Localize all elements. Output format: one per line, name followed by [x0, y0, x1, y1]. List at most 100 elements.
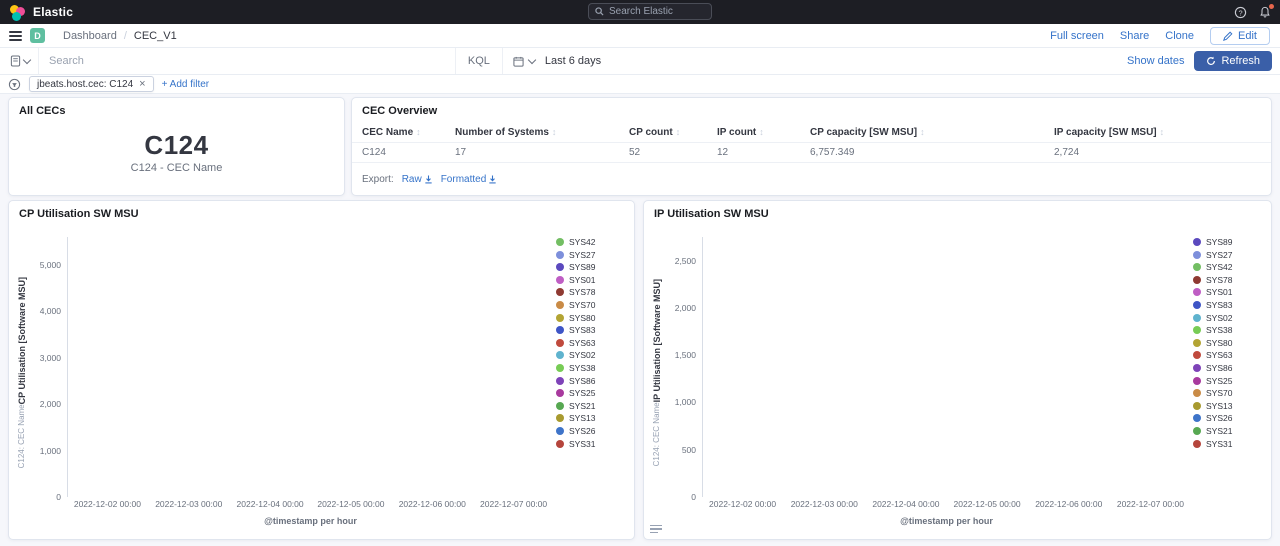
legend-dot — [1193, 339, 1201, 347]
column-header-ip-capacity-sw-msu[interactable]: IP capacity [SW MSU]↕ — [1054, 123, 1271, 143]
kql-button[interactable]: KQL — [455, 48, 502, 74]
legend-item-sys80[interactable]: SYS80 — [1193, 338, 1265, 348]
time-range-value[interactable]: Last 6 days — [545, 55, 721, 67]
legend-item-sys26[interactable]: SYS26 — [1193, 413, 1265, 423]
legend-dot — [1193, 364, 1201, 372]
y-tick-label: 1,000 — [675, 397, 696, 407]
column-header-ip-count[interactable]: IP count↕ — [717, 123, 810, 143]
full-screen-button[interactable]: Full screen — [1050, 30, 1104, 42]
column-header-cp-count[interactable]: CP count↕ — [629, 123, 717, 143]
breadcrumb-dashboard[interactable]: Dashboard — [63, 30, 117, 42]
legend-item-sys31[interactable]: SYS31 — [556, 439, 628, 449]
legend-item-sys89[interactable]: SYS89 — [1193, 237, 1265, 247]
export-raw-link[interactable]: Raw — [402, 174, 433, 185]
y-axis-title: IP Utilisation [Software MSU] — [652, 279, 662, 402]
search-input[interactable]: Search — [39, 55, 455, 67]
x-tick-label: 2022-12-06 00:00 — [1035, 499, 1102, 509]
legend-item-sys42[interactable]: SYS42 — [1193, 262, 1265, 272]
filter-pill[interactable]: jbeats.host.cec: C124 × — [29, 76, 154, 92]
clone-button[interactable]: Clone — [1165, 30, 1194, 42]
cec-subtitle: C124 - CEC Name — [9, 162, 344, 174]
legend-item-sys25[interactable]: SYS25 — [556, 388, 628, 398]
close-icon[interactable]: × — [139, 78, 145, 90]
legend-dot — [556, 263, 564, 271]
y-axis-subtitle: C124: CEC Name — [17, 405, 27, 469]
add-filter-button[interactable]: + Add filter — [162, 79, 210, 90]
legend-item-sys78[interactable]: SYS78 — [556, 287, 628, 297]
legend-item-sys13[interactable]: SYS13 — [556, 413, 628, 423]
cec-value[interactable]: C124 — [9, 130, 344, 161]
cec-overview-panel: CEC Overview CEC Name↕Number of Systems↕… — [351, 97, 1272, 196]
legend-item-sys21[interactable]: SYS21 — [556, 401, 628, 411]
export-formatted-link[interactable]: Formatted — [441, 174, 498, 185]
legend-item-sys13[interactable]: SYS13 — [1193, 401, 1265, 411]
dashboard-app-icon[interactable]: D — [30, 28, 45, 43]
legend-item-sys42[interactable]: SYS42 — [556, 237, 628, 247]
column-header-number-of-systems[interactable]: Number of Systems↕ — [455, 123, 629, 143]
plot-area[interactable] — [67, 237, 140, 497]
legend-dot — [1193, 414, 1201, 422]
filter-icon[interactable] — [8, 78, 21, 91]
legend-item-sys02[interactable]: SYS02 — [556, 350, 628, 360]
legend-item-sys25[interactable]: SYS25 — [1193, 376, 1265, 386]
legend-dot — [556, 389, 564, 397]
legend-dot — [556, 238, 564, 246]
legend-label: SYS80 — [569, 313, 595, 323]
legend-item-sys26[interactable]: SYS26 — [556, 426, 628, 436]
legend-label: SYS78 — [1206, 275, 1232, 285]
legend-item-sys83[interactable]: SYS83 — [1193, 300, 1265, 310]
legend-item-sys01[interactable]: SYS01 — [556, 275, 628, 285]
column-header-cp-capacity-sw-msu[interactable]: CP capacity [SW MSU]↕ — [810, 123, 1054, 143]
show-dates-button[interactable]: Show dates — [1127, 55, 1184, 67]
legend-item-sys63[interactable]: SYS63 — [556, 338, 628, 348]
legend-item-sys86[interactable]: SYS86 — [1193, 363, 1265, 373]
chart-legend: SYS42 SYS27 SYS89 SYS01 SYS78 SYS70 SYS80 SYS83… — [556, 237, 628, 449]
legend-toggle-icon[interactable] — [650, 523, 662, 536]
legend-label: SYS70 — [569, 300, 595, 310]
plot-area[interactable] — [702, 237, 775, 497]
legend-dot — [556, 288, 564, 296]
legend-dot — [556, 339, 564, 347]
y-tick-label: 2,000 — [675, 303, 696, 313]
refresh-button[interactable]: Refresh — [1194, 51, 1272, 71]
legend-dot — [556, 440, 564, 448]
share-button[interactable]: Share — [1120, 30, 1149, 42]
legend-item-sys31[interactable]: SYS31 — [1193, 439, 1265, 449]
alerts-bell-icon[interactable] — [1259, 6, 1272, 19]
legend-item-sys27[interactable]: SYS27 — [1193, 250, 1265, 260]
legend-dot — [1193, 427, 1201, 435]
legend-item-sys63[interactable]: SYS63 — [1193, 350, 1265, 360]
legend-dot — [1193, 314, 1201, 322]
edit-button[interactable]: Edit — [1210, 27, 1270, 45]
x-tick-label: 2022-12-03 00:00 — [155, 499, 222, 509]
legend-item-sys89[interactable]: SYS89 — [556, 262, 628, 272]
refresh-icon — [1206, 56, 1216, 66]
legend-label: SYS63 — [1206, 350, 1232, 360]
legend-dot — [556, 377, 564, 385]
date-picker-button[interactable] — [502, 48, 545, 74]
legend-item-sys01[interactable]: SYS01 — [1193, 287, 1265, 297]
legend-item-sys78[interactable]: SYS78 — [1193, 275, 1265, 285]
legend-item-sys38[interactable]: SYS38 — [556, 363, 628, 373]
filter-bar: jbeats.host.cec: C124 × + Add filter — [0, 75, 1280, 94]
legend-item-sys27[interactable]: SYS27 — [556, 250, 628, 260]
column-header-cec-name[interactable]: CEC Name↕ — [352, 123, 455, 143]
saved-query-menu-button[interactable] — [0, 48, 39, 74]
legend-item-sys70[interactable]: SYS70 — [1193, 388, 1265, 398]
legend-item-sys70[interactable]: SYS70 — [556, 300, 628, 310]
help-icon[interactable]: ? — [1234, 6, 1247, 19]
menu-icon[interactable] — [0, 29, 30, 43]
legend-item-sys83[interactable]: SYS83 — [556, 325, 628, 335]
cp-utilisation-chart: C124: CEC Name CP Utilisation [Software … — [9, 223, 634, 539]
legend-label: SYS83 — [1206, 300, 1232, 310]
legend-dot — [1193, 389, 1201, 397]
legend-label: SYS31 — [569, 439, 595, 449]
legend-item-sys21[interactable]: SYS21 — [1193, 426, 1265, 436]
legend-item-sys02[interactable]: SYS02 — [1193, 313, 1265, 323]
chart-title: CP Utilisation SW MSU — [9, 201, 634, 220]
legend-item-sys86[interactable]: SYS86 — [556, 376, 628, 386]
legend-item-sys80[interactable]: SYS80 — [556, 313, 628, 323]
legend-item-sys38[interactable]: SYS38 — [1193, 325, 1265, 335]
legend-dot — [556, 364, 564, 372]
global-search-input[interactable]: Search Elastic — [588, 3, 712, 20]
